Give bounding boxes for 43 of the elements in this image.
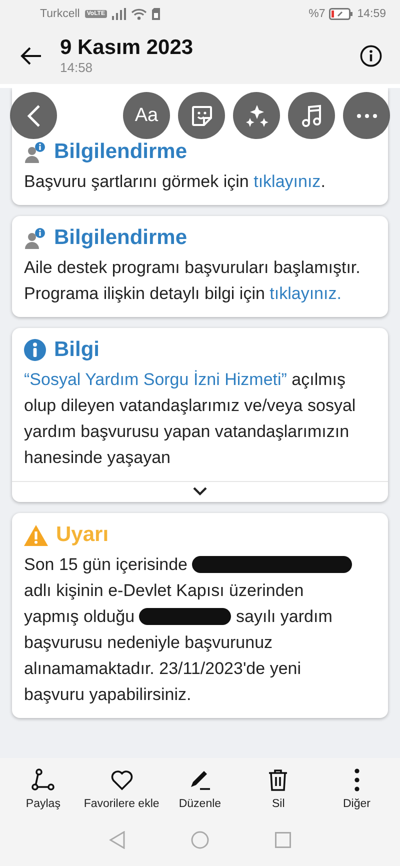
heart-icon xyxy=(110,768,134,792)
signal-icon xyxy=(112,8,126,20)
back-arrow-icon xyxy=(20,47,42,65)
card-title: Uyarı xyxy=(56,523,109,547)
delete-button[interactable]: Sil xyxy=(239,768,318,810)
chevron-down-icon xyxy=(193,487,207,496)
share-button[interactable]: Paylaş xyxy=(4,768,82,810)
edit-button[interactable]: Düzenle xyxy=(160,768,239,810)
chevron-left-icon xyxy=(26,104,40,128)
battery-percentage: %7 xyxy=(308,8,326,20)
battery-icon xyxy=(329,8,354,20)
favorite-button[interactable]: Favorilere ekle xyxy=(82,768,161,810)
sticker-icon xyxy=(190,104,214,128)
expand-button[interactable] xyxy=(193,487,207,496)
wifi-icon xyxy=(130,8,147,20)
card-text: Son 15 gün içerisinde adlı kişinin e-Devlet Kapısı üzerinden yapmış olduğu sayılı yardım başvurusu nedeniyle başvurunuz alınamamaktadır. 23/11/2023'de yeni başvuru yapabilirsiniz. xyxy=(12,549,388,718)
info-icon xyxy=(360,45,382,67)
user-info-icon xyxy=(24,227,46,249)
info-circle-icon xyxy=(24,339,46,361)
link[interactable]: “Sosyal Yardım Sorgu İzni Hizmeti” xyxy=(24,370,287,389)
share-nodes-icon xyxy=(31,768,56,792)
photo-date-title: 9 Kasım 2023 xyxy=(60,36,194,60)
vertical-dots-icon xyxy=(354,768,360,792)
card-text: Aile destek programı başvuruları başlamıştır. Programa ilişkin detaylı bilgi için tıklayınız. xyxy=(23,257,362,305)
clock-time: 14:59 xyxy=(357,8,386,20)
sim-card-icon xyxy=(152,8,160,20)
card-text: “Sosyal Yardım Sorgu İzni Hizmeti” açılmış olup dileyen vatandaşlarımız ve/veya sosyal yardım başvurusu yapan vatandaşlarımızın hanesinde yaşayan xyxy=(23,369,357,469)
link[interactable]: tıklayınız. xyxy=(270,284,342,303)
card-title: Bilgilendirme xyxy=(54,226,188,250)
warning-icon xyxy=(24,524,48,546)
back-button[interactable] xyxy=(20,47,42,65)
card-title: Bilgilendirme xyxy=(54,140,188,164)
more-button[interactable]: Diğer xyxy=(318,768,396,810)
photo-time: 14:58 xyxy=(60,60,94,76)
card-text: Başvuru şartlarını görmek için tıklayınız. xyxy=(23,171,326,193)
info-button[interactable] xyxy=(360,45,382,67)
more-icon xyxy=(356,114,376,118)
carrier-name: Turkcell xyxy=(40,8,80,20)
sparkle-icon xyxy=(244,104,268,128)
music-note-icon xyxy=(302,104,322,128)
user-info-icon xyxy=(24,141,46,163)
card-title: Bilgi xyxy=(54,338,100,362)
link[interactable]: tıklayınız xyxy=(254,172,321,191)
